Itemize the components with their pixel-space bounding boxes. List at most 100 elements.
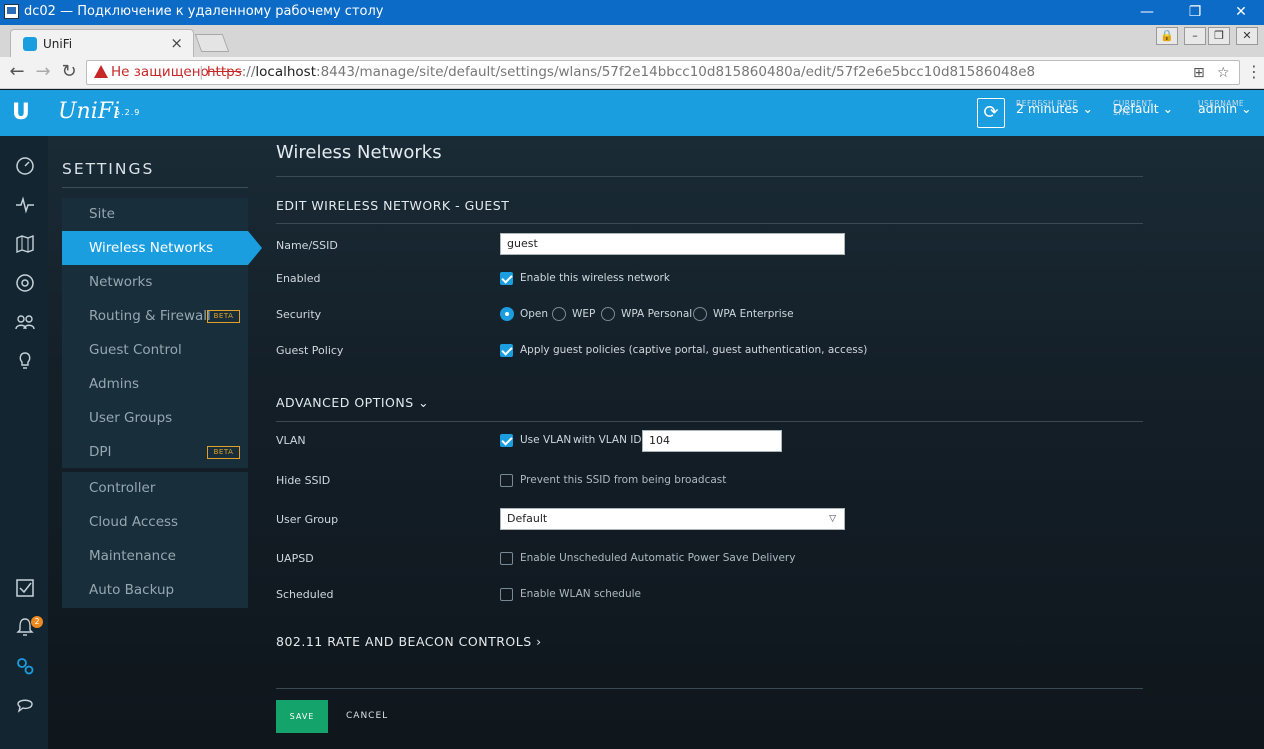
section-divider [276, 223, 1143, 224]
refresh-icon[interactable]: ⟳ [977, 98, 1005, 128]
sidebar-item-guest-control[interactable]: Guest Control [62, 333, 248, 367]
version-label: 5.2.9 [115, 108, 141, 117]
security-wpa-enterprise-radio[interactable] [693, 307, 707, 321]
unifi-favicon-icon [23, 37, 37, 51]
title-divider [276, 176, 1143, 177]
sidebar-item-networks[interactable]: Networks [62, 265, 248, 299]
cancel-button[interactable]: CANCEL [346, 711, 388, 721]
sidebar-item-label: Auto Backup [89, 582, 175, 598]
sidebar-item-user-groups[interactable]: User Groups [62, 401, 248, 435]
statistics-icon[interactable] [14, 195, 36, 217]
insights-lightbulb-icon[interactable] [14, 351, 36, 373]
vlan-id-input[interactable]: 104 [642, 430, 782, 452]
uapsd-text: Enable Unscheduled Automatic Power Save … [520, 552, 796, 564]
security-open-label: Open [520, 308, 549, 320]
close-window-button[interactable]: ✕ [1218, 0, 1264, 25]
sidebar-item-dpi[interactable]: DPI BETA [62, 435, 248, 469]
clients-icon[interactable] [14, 312, 36, 334]
enabled-label: Enabled [276, 272, 321, 285]
advanced-options-toggle[interactable]: ADVANCED OPTIONS ⌄ [276, 395, 429, 410]
security-wep-label: WEP [572, 308, 596, 320]
sidebar-item-auto-backup[interactable]: Auto Backup [62, 573, 248, 607]
url-separator: :// [241, 64, 256, 80]
sidebar-item-label: Networks [89, 274, 153, 290]
sidebar-item-maintenance[interactable]: Maintenance [62, 539, 248, 573]
restore-button[interactable]: ❐ [1172, 0, 1218, 25]
forward-arrow-icon[interactable]: → [32, 61, 54, 83]
window-title: dc02 — Подключение к удаленному рабочему… [24, 4, 384, 19]
advanced-divider [276, 421, 1143, 422]
reload-icon[interactable]: ↻ [58, 61, 80, 83]
save-button[interactable]: SAVE [276, 700, 328, 733]
chevron-right-icon: › [536, 634, 542, 649]
sidebar-item-routing-firewall[interactable]: Routing & Firewall BETA [62, 299, 248, 333]
sidebar-item-label: Maintenance [89, 548, 176, 564]
unifi-brand: UniFi [58, 99, 121, 124]
chrome-minimize-icon[interactable]: – [1184, 27, 1206, 45]
browser-menu-icon[interactable]: ⋮ [1246, 61, 1262, 83]
rate-beacon-toggle[interactable]: 802.11 RATE AND BEACON CONTROLS › [276, 634, 542, 649]
chrome-close-icon[interactable]: ✕ [1236, 27, 1258, 45]
beta-badge: BETA [207, 446, 240, 459]
chrome-restore-icon[interactable]: ❐ [1208, 27, 1230, 45]
sidebar-item-label: Wireless Networks [89, 240, 214, 256]
refresh-rate-label: REFRESH RATE [1016, 99, 1078, 108]
new-tab-button[interactable] [194, 34, 230, 52]
warning-triangle-icon [94, 65, 108, 78]
sidebar-item-admins[interactable]: Admins [62, 367, 248, 401]
security-open-radio[interactable] [500, 307, 514, 321]
chevron-down-icon: ⌄ [418, 395, 430, 410]
guest-policy-checkbox[interactable] [500, 344, 513, 357]
sidebar-item-cloud-access[interactable]: Cloud Access [62, 505, 248, 539]
sidebar-item-label: Site [89, 206, 115, 222]
chat-bubble-icon[interactable] [14, 695, 36, 717]
enabled-checkbox[interactable] [500, 272, 513, 285]
scheduled-checkbox[interactable] [500, 588, 513, 601]
username-label: USERNAME [1198, 99, 1245, 108]
alerts-count-badge: 2 [31, 616, 43, 628]
tab-close-icon[interactable]: × [170, 34, 183, 52]
minimize-button[interactable]: — [1124, 0, 1170, 25]
sidebar-item-controller[interactable]: Controller [62, 471, 248, 505]
address-bar[interactable]: Не защищено | https://localhost:8443/man… [86, 60, 1240, 85]
security-wpa-personal-radio[interactable] [601, 307, 615, 321]
refresh-rate-selector[interactable]: REFRESH RATE 2 minutes ⌄ [1016, 99, 1093, 116]
translate-icon[interactable]: ⊞ [1193, 62, 1205, 85]
browser-tab-strip: UniFi × 🔒 – ❐ ✕ [0, 25, 1264, 57]
guest-policy-label: Guest Policy [276, 344, 344, 357]
url-text[interactable]: https://localhost:8443/manage/site/defau… [207, 61, 1035, 84]
sidebar-item-wireless-networks[interactable]: Wireless Networks [62, 231, 262, 265]
use-vlan-checkbox[interactable] [500, 434, 513, 447]
vlan-label: VLAN [276, 434, 306, 447]
back-arrow-icon[interactable]: ← [6, 61, 28, 83]
dashboard-icon[interactable] [14, 156, 36, 178]
chevron-down-icon: ▽ [829, 514, 836, 524]
profile-lock-icon[interactable]: 🔒 [1156, 27, 1178, 45]
events-checkbox-icon[interactable] [14, 578, 36, 600]
beta-badge: BETA [207, 310, 240, 323]
map-icon[interactable] [14, 234, 36, 256]
bookmark-star-icon[interactable]: ☆ [1217, 62, 1230, 85]
browser-tab-unifi[interactable]: UniFi × [10, 29, 194, 57]
ssid-input[interactable]: guest [500, 233, 845, 255]
sidebar-item-site[interactable]: Site [62, 197, 248, 231]
advanced-options-title: ADVANCED OPTIONS [276, 395, 414, 410]
hide-ssid-checkbox[interactable] [500, 474, 513, 487]
username-selector[interactable]: USERNAME admin ⌄ [1198, 99, 1252, 116]
security-wep-radio[interactable] [552, 307, 566, 321]
use-vlan-text: Use VLAN [520, 434, 572, 446]
section-title: EDIT WIRELESS NETWORK - GUEST [276, 198, 510, 213]
current-site-selector[interactable]: CURRENT SITE Default ⌄ [1113, 99, 1173, 117]
uapsd-checkbox[interactable] [500, 552, 513, 565]
ubiquiti-logo[interactable]: U [12, 100, 30, 125]
settings-title: SETTINGS [62, 160, 155, 178]
sidebar-item-label: Routing & Firewall [89, 308, 211, 324]
security-warning[interactable]: Не защищено [111, 61, 209, 84]
rate-beacon-title: 802.11 RATE AND BEACON CONTROLS [276, 634, 532, 649]
url-path: :8443/manage/site/default/settings/wlans… [316, 64, 1036, 80]
enabled-text: Enable this wireless network [520, 272, 670, 284]
user-group-select[interactable]: Default ▽ [500, 508, 845, 530]
devices-icon[interactable] [14, 273, 36, 295]
current-site-label: CURRENT SITE [1113, 99, 1153, 117]
settings-gears-icon[interactable] [14, 656, 36, 678]
